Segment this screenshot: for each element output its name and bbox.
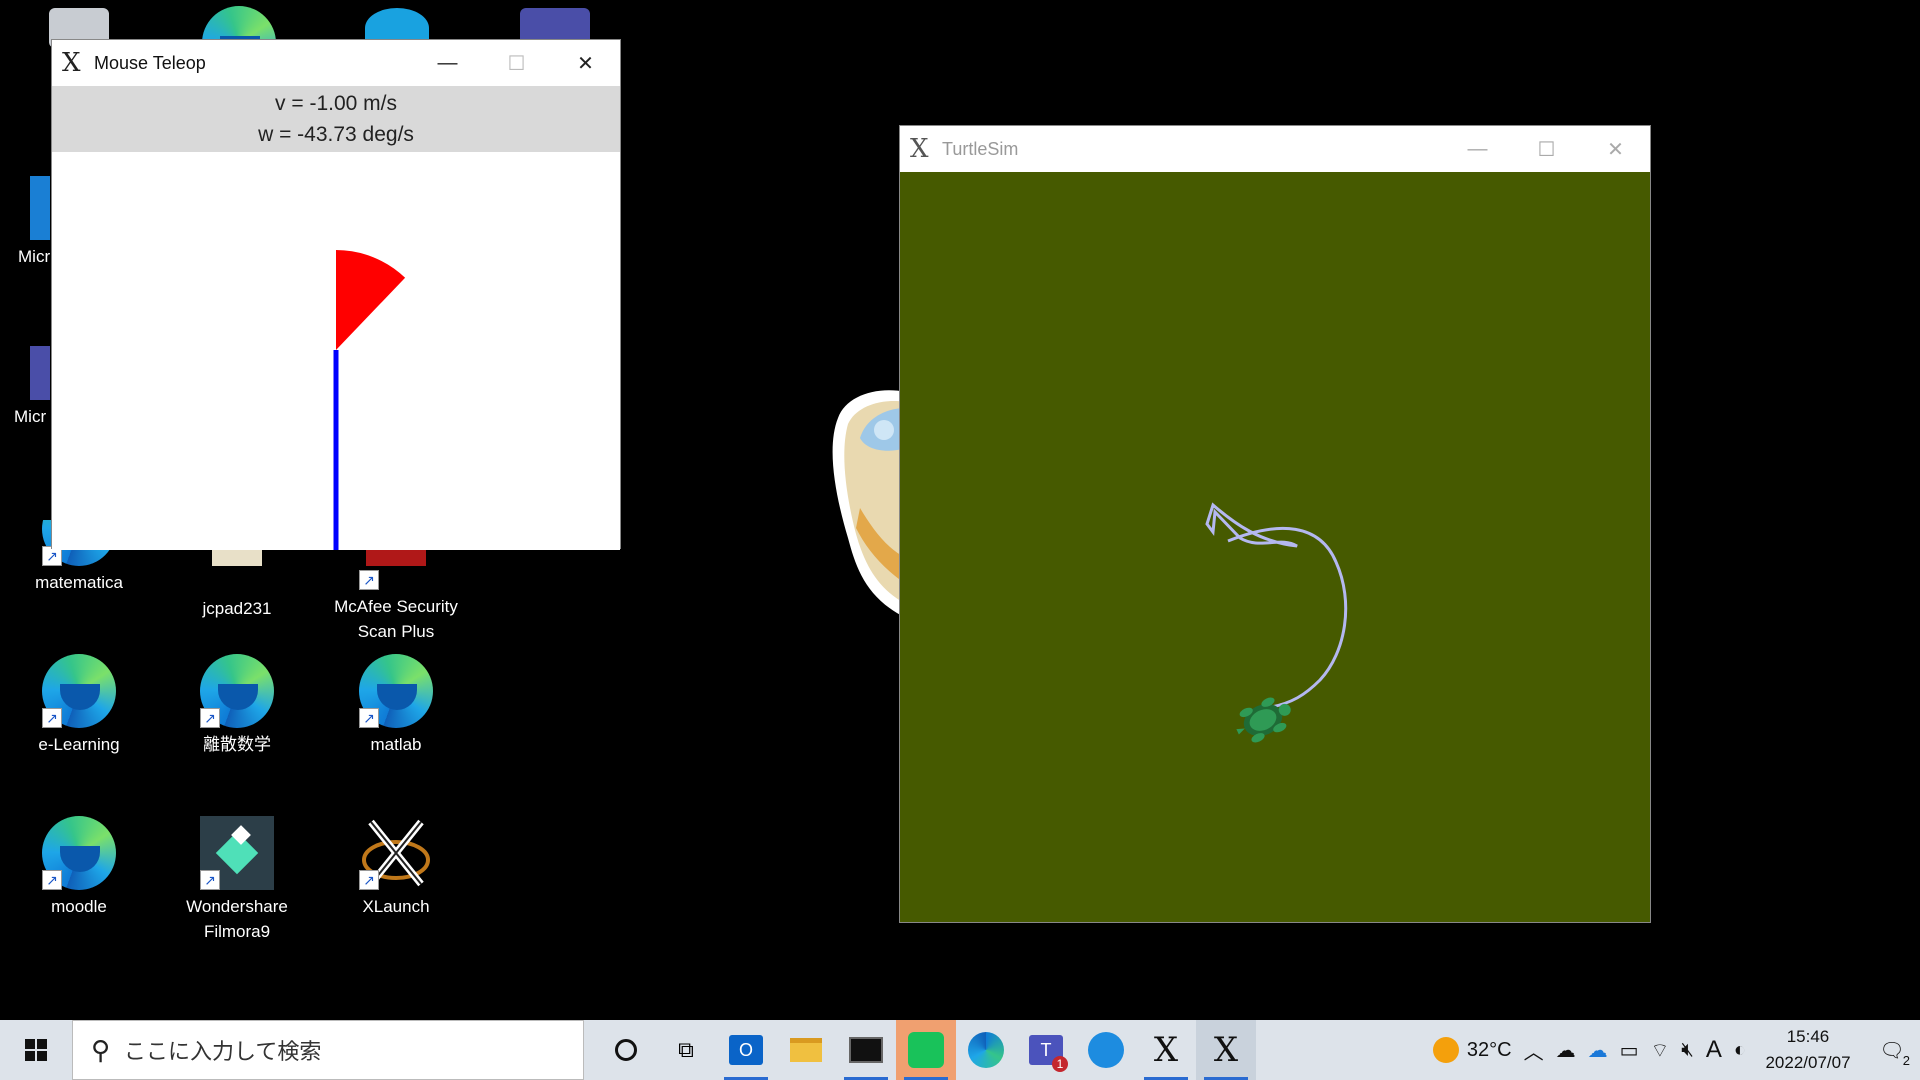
close-button[interactable]: ✕ [1581, 126, 1650, 172]
linear-velocity-readout: v = -1.00 m/s [275, 92, 397, 115]
angular-velocity-wedge [336, 250, 406, 350]
turtlesim-canvas [900, 172, 1650, 922]
window-titlebar[interactable]: X Mouse Teleop — ☐ ✕ [52, 40, 620, 86]
notepad-icon [200, 546, 274, 592]
filmora-icon: ↗ [200, 816, 274, 890]
teleop-status-panel: v = -1.00 m/s w = -43.73 deg/s [52, 86, 620, 152]
desktop-icon-e-learning[interactable]: ↗ e-Learning [4, 654, 154, 757]
mouse-teleop-window[interactable]: X Mouse Teleop — ☐ ✕ v = -1.00 m/s w = -… [52, 40, 620, 550]
x-app-icon: X [910, 134, 929, 164]
wallpaper-sticker [826, 388, 906, 620]
window-titlebar[interactable]: X TurtleSim — ☐ ✕ [900, 126, 1650, 172]
shortcut-arrow-icon: ↗ [42, 870, 62, 890]
x-app-icon: X [62, 48, 81, 78]
terminal-icon[interactable] [836, 1020, 896, 1080]
teams-icon[interactable]: T 1 [1016, 1020, 1076, 1080]
notification-count: 2 [1902, 1053, 1910, 1068]
onedrive-icon[interactable]: ☁ [1582, 1020, 1614, 1080]
edge-icon [30, 176, 50, 240]
ime-mode-icon[interactable]: ◐ [1728, 1020, 1752, 1080]
icon-label: jcpad231 [202, 599, 272, 618]
taskbar-apps: ⧉ O T 1 X X [596, 1020, 1256, 1080]
start-button[interactable] [0, 1020, 72, 1080]
weather-icon [1432, 1037, 1459, 1063]
shortcut-arrow-icon: ↗ [359, 870, 379, 890]
turtle-trail-arc [1227, 526, 1348, 710]
shortcut-arrow-icon: ↗ [359, 570, 379, 590]
notification-icon: 🗨︎ [1879, 1039, 1905, 1062]
xlaunch-icon[interactable]: X [1196, 1020, 1256, 1080]
shortcut-arrow-icon: ↗ [359, 708, 379, 728]
edge-icon: ↗ [42, 816, 116, 890]
icon-label: moodle [51, 897, 107, 916]
ime-indicator[interactable]: A [1700, 1020, 1728, 1080]
turtle-drawing [1205, 502, 1348, 743]
task-view-icon[interactable]: ⧉ [656, 1020, 716, 1080]
teams-badge: 1 [1052, 1056, 1068, 1072]
cortana-icon[interactable] [596, 1020, 656, 1080]
window-title: Mouse Teleop [94, 52, 206, 73]
edge-icon: ↗ [200, 654, 274, 728]
file-explorer-icon[interactable] [776, 1020, 836, 1080]
clock[interactable]: 15:46 2022/07/07 [1752, 1020, 1864, 1080]
shortcut-arrow-icon: ↗ [200, 708, 220, 728]
turtle-trail [1205, 502, 1298, 548]
desktop-icon-xlaunch[interactable]: ↗ XLaunch [321, 816, 471, 919]
shortcut-arrow-icon: ↗ [200, 870, 220, 890]
outlook-icon[interactable]: O [716, 1020, 776, 1080]
edge-icon[interactable] [956, 1020, 1016, 1080]
notification-center-button[interactable]: 🗨︎ 2 [1864, 1020, 1920, 1080]
minimize-button[interactable]: — [1443, 126, 1512, 172]
system-tray: 32°C ︿ ☁ ☁ ▭ ⌔ 🔇︎ A ◐ 15:46 2022/07/07 🗨… [1427, 1020, 1920, 1080]
icon-label: XLaunch [362, 897, 430, 916]
clock-time: 15:46 [1786, 1027, 1830, 1046]
battery-icon[interactable]: ▭ [1614, 1020, 1645, 1080]
weather-widget[interactable]: 32°C [1427, 1020, 1518, 1080]
window-title: TurtleSim [942, 138, 1019, 159]
taskbar-search-box[interactable]: ⚲ ここに入力して検索 [72, 1020, 584, 1080]
wifi-icon[interactable]: ⌔ [1644, 1020, 1675, 1080]
angular-velocity-readout: w = -43.73 deg/s [258, 123, 414, 146]
docker-icon[interactable] [1076, 1020, 1136, 1080]
icon-label: e-Learning [38, 735, 120, 754]
icon-label: matematica [35, 573, 123, 592]
turtle-sprite [1236, 697, 1291, 743]
search-icon: ⚲ [91, 1034, 111, 1065]
chevron-up-icon[interactable]: ︿ [1518, 1020, 1550, 1080]
mcafee-icon: ↗ [359, 544, 433, 590]
turtlesim-window[interactable]: X TurtleSim — ☐ ✕ [900, 126, 1650, 922]
close-button[interactable]: ✕ [551, 40, 620, 86]
icon-label: matlab [370, 735, 422, 754]
maximize-button[interactable]: ☐ [1512, 126, 1581, 172]
teams-classroom-icon[interactable] [896, 1020, 956, 1080]
weather-temperature: 32°C [1466, 1038, 1512, 1061]
desktop-icon-filmora[interactable]: ↗ Wondershare Filmora9 [162, 816, 312, 944]
windows-logo-icon [25, 1039, 47, 1061]
teleop-canvas[interactable] [52, 152, 620, 550]
taskbar: ⚲ ここに入力して検索 ⧉ O T 1 X X 32°C ︿ ☁ ☁ ▭ ⌔ 🔇… [0, 1020, 1920, 1080]
xlaunch-icon[interactable]: X [1136, 1020, 1196, 1080]
teleop-drawing[interactable] [52, 152, 620, 550]
maximize-button[interactable]: ☐ [482, 40, 551, 86]
edge-icon: ↗ [42, 654, 116, 728]
cloud-icon[interactable]: ☁ [1550, 1020, 1582, 1080]
volume-mute-icon[interactable]: 🔇︎ [1675, 1020, 1700, 1080]
desktop-icon-moodle[interactable]: ↗ moodle [4, 816, 154, 919]
desktop-icon-matlab[interactable]: ↗ matlab [321, 654, 471, 757]
clock-date: 2022/07/07 [1765, 1053, 1851, 1072]
desktop-icon-discrete-math[interactable]: ↗ 離散数学 [162, 654, 312, 757]
icon-label: Wondershare Filmora9 [186, 897, 288, 941]
edge-icon: ↗ [359, 654, 433, 728]
search-placeholder: ここに入力して検索 [124, 1039, 322, 1064]
app-icon [30, 346, 50, 400]
icon-label: McAfee Security Scan Plus [334, 597, 458, 641]
icon-label: 離散数学 [203, 735, 271, 754]
minimize-button[interactable]: — [413, 40, 482, 86]
xlaunch-icon: ↗ [359, 816, 433, 890]
shortcut-arrow-icon: ↗ [42, 708, 62, 728]
